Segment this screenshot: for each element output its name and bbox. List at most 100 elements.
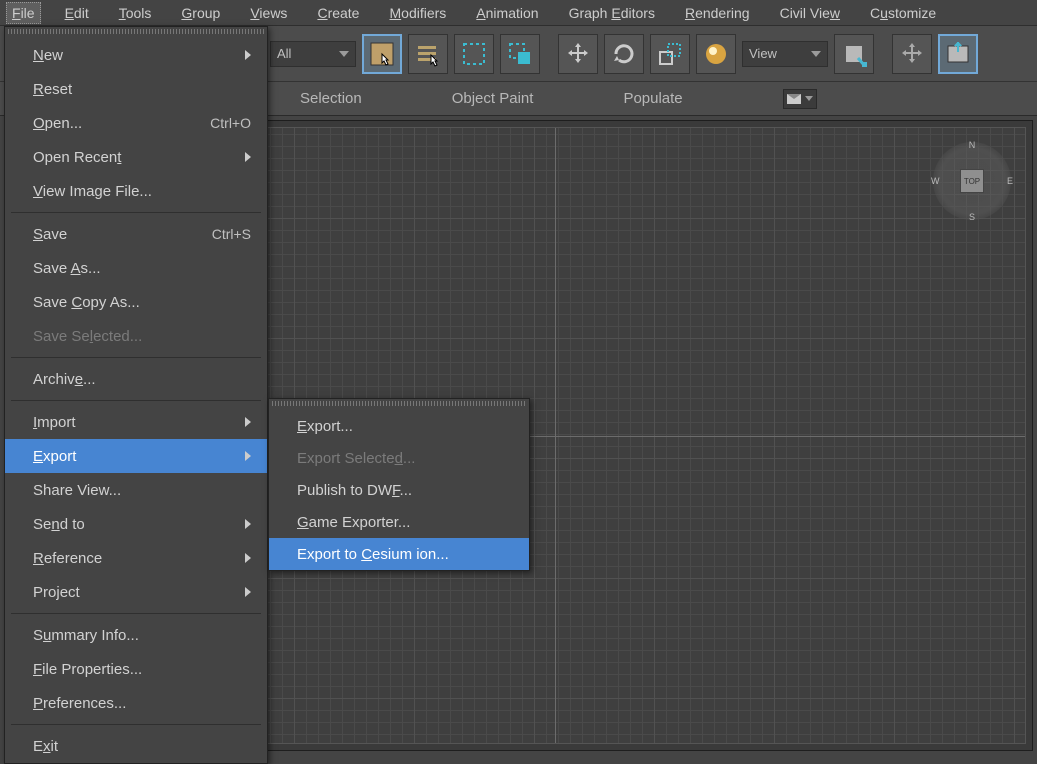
menu-item-label: Save bbox=[33, 226, 67, 243]
menu-item-label: Save As... bbox=[33, 260, 101, 277]
envelope-icon bbox=[787, 94, 801, 104]
chevron-down-icon bbox=[811, 51, 821, 57]
file-menu-item-15[interactable]: Share View... bbox=[5, 473, 267, 507]
menu-item-label: Game Exporter... bbox=[297, 514, 410, 531]
use-pivot-point-button[interactable] bbox=[834, 34, 874, 74]
file-menu-item-24[interactable]: Exit bbox=[5, 729, 267, 763]
export-submenu-item-4[interactable]: Export to Cesium ion... bbox=[269, 538, 529, 570]
menu-item-label: Open... bbox=[33, 115, 82, 132]
menu-views[interactable]: Views bbox=[244, 2, 293, 24]
grid-axis-y bbox=[555, 128, 556, 743]
file-menu-item-4[interactable]: View Image File... bbox=[5, 174, 267, 208]
select-and-place-button[interactable] bbox=[696, 34, 736, 74]
file-menu-item-16[interactable]: Send to bbox=[5, 507, 267, 541]
menu-item-label: Reset bbox=[33, 81, 72, 98]
menu-rendering[interactable]: Rendering bbox=[679, 2, 756, 24]
menu-item-label: Preferences... bbox=[33, 695, 126, 712]
menu-group[interactable]: Group bbox=[175, 2, 226, 24]
window-crossing-button[interactable] bbox=[500, 34, 540, 74]
submenu-arrow-icon bbox=[245, 519, 251, 529]
file-menu-item-7[interactable]: Save As... bbox=[5, 251, 267, 285]
menu-grip bbox=[272, 401, 526, 406]
file-menu-item-17[interactable]: Reference bbox=[5, 541, 267, 575]
menu-separator bbox=[11, 212, 261, 213]
compass-n: N bbox=[969, 140, 976, 150]
menu-tools[interactable]: Tools bbox=[113, 2, 158, 24]
file-menu-item-21[interactable]: File Properties... bbox=[5, 652, 267, 686]
menu-item-label: Reference bbox=[33, 550, 102, 567]
export-submenu-item-2[interactable]: Publish to DWF... bbox=[269, 474, 529, 506]
menu-civil-view[interactable]: Civil View bbox=[774, 2, 846, 24]
viewcube[interactable]: N S E W TOP bbox=[933, 142, 1011, 220]
ribbon-tab-populate[interactable]: Populate bbox=[623, 90, 682, 107]
export-submenu-item-1: Export Selected... bbox=[269, 442, 529, 474]
file-menu-item-2[interactable]: Open...Ctrl+O bbox=[5, 106, 267, 140]
export-submenu: Export... Export Selected...Publish to DW… bbox=[268, 398, 530, 571]
menu-edit[interactable]: Edit bbox=[59, 2, 95, 24]
select-object-button[interactable] bbox=[362, 34, 402, 74]
menu-item-label: Exit bbox=[33, 738, 58, 755]
chevron-down-icon bbox=[805, 96, 813, 101]
select-and-manipulate-button[interactable] bbox=[892, 34, 932, 74]
file-menu-item-20[interactable]: Summary Info... bbox=[5, 618, 267, 652]
file-menu-item-18[interactable]: Project bbox=[5, 575, 267, 609]
file-menu-item-13[interactable]: Import bbox=[5, 405, 267, 439]
menu-customize[interactable]: Customize bbox=[864, 2, 942, 24]
menu-item-label: File Properties... bbox=[33, 661, 142, 678]
menu-item-label: Open Recent bbox=[33, 149, 121, 166]
menu-item-label: Export bbox=[33, 448, 76, 465]
chevron-down-icon bbox=[339, 51, 349, 57]
export-submenu-item-3[interactable]: Game Exporter... bbox=[269, 506, 529, 538]
menu-separator bbox=[11, 400, 261, 401]
file-menu-item-1[interactable]: Reset bbox=[5, 72, 267, 106]
file-menu-item-3[interactable]: Open Recent bbox=[5, 140, 267, 174]
menu-modifiers[interactable]: Modifiers bbox=[383, 2, 452, 24]
file-menu-item-9: Save Selected... bbox=[5, 319, 267, 353]
ribbon-tab-object-paint[interactable]: Object Paint bbox=[452, 90, 534, 107]
menu-separator bbox=[11, 613, 261, 614]
file-menu-item-0[interactable]: New bbox=[5, 38, 267, 72]
menu-item-label: Summary Info... bbox=[33, 627, 139, 644]
rectangular-selection-button[interactable] bbox=[454, 34, 494, 74]
menu-item-label: Save Selected... bbox=[33, 328, 142, 345]
compass-s: S bbox=[969, 212, 975, 222]
submenu-arrow-icon bbox=[245, 152, 251, 162]
reference-coordinate-dropdown[interactable]: View bbox=[742, 41, 828, 67]
menu-separator bbox=[11, 724, 261, 725]
menu-item-label: Export... bbox=[297, 418, 353, 435]
file-menu-dropdown: New Reset Open...Ctrl+O Open Recent View Ima… bbox=[4, 26, 268, 764]
menu-animation[interactable]: Animation bbox=[470, 2, 544, 24]
menu-separator bbox=[11, 357, 261, 358]
menu-create[interactable]: Create bbox=[311, 2, 365, 24]
select-and-scale-button[interactable] bbox=[650, 34, 690, 74]
menu-item-label: Project bbox=[33, 584, 80, 601]
select-and-rotate-button[interactable] bbox=[604, 34, 644, 74]
ribbon-tab-selection[interactable]: Selection bbox=[300, 90, 362, 107]
file-menu-item-22[interactable]: Preferences... bbox=[5, 686, 267, 720]
select-and-move-button[interactable] bbox=[558, 34, 598, 74]
menu-grip bbox=[8, 29, 264, 34]
menu-item-label: View Image File... bbox=[33, 183, 152, 200]
keyboard-shortcut-override-button[interactable] bbox=[938, 34, 978, 74]
file-menu-item-6[interactable]: Save Ctrl+S bbox=[5, 217, 267, 251]
menu-item-label: Archive... bbox=[33, 371, 96, 388]
compass-w: W bbox=[931, 176, 940, 186]
menu-item-label: New bbox=[33, 47, 63, 64]
viewcube-face-top[interactable]: TOP bbox=[960, 169, 984, 193]
file-menu-item-11[interactable]: Archive... bbox=[5, 362, 267, 396]
menu-shortcut: Ctrl+S bbox=[212, 226, 251, 242]
menu-file[interactable]: File bbox=[6, 2, 41, 24]
selection-filter-label: All bbox=[277, 46, 291, 61]
export-submenu-item-0[interactable]: Export... bbox=[269, 410, 529, 442]
selection-filter-dropdown[interactable]: All bbox=[270, 41, 356, 67]
select-by-name-button[interactable] bbox=[408, 34, 448, 74]
menu-graph-editors[interactable]: Graph Editors bbox=[563, 2, 661, 24]
submenu-arrow-icon bbox=[245, 451, 251, 461]
menubar: File Edit Tools Group Views Create Modif… bbox=[0, 0, 1037, 26]
submenu-arrow-icon bbox=[245, 417, 251, 427]
menu-item-label: Send to bbox=[33, 516, 85, 533]
file-menu-item-8[interactable]: Save Copy As... bbox=[5, 285, 267, 319]
file-menu-item-14[interactable]: Export bbox=[5, 439, 267, 473]
infocenter-dropdown[interactable] bbox=[783, 89, 817, 109]
submenu-arrow-icon bbox=[245, 587, 251, 597]
